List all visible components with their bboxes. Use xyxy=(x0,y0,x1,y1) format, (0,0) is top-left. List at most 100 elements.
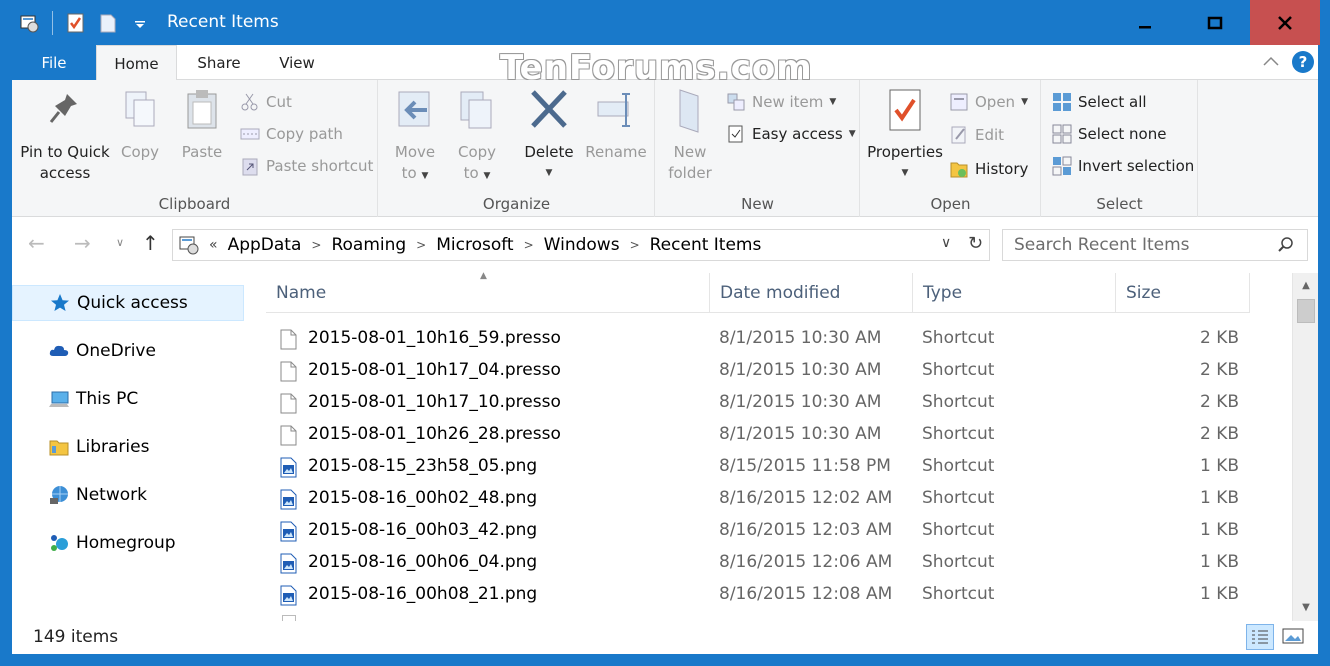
refresh-icon[interactable]: ↻ xyxy=(968,233,983,254)
rename-button[interactable]: Rename xyxy=(584,86,648,163)
breadcrumb-item[interactable]: Recent Items xyxy=(650,235,762,255)
table-row[interactable]: 2015-08-01_10h17_10.presso 8/1/2015 10:30… xyxy=(248,387,1248,419)
easy-access-icon xyxy=(726,124,746,144)
move-to-button[interactable]: Move to ▼ xyxy=(387,86,443,187)
up-arrow-icon[interactable]: ↑ xyxy=(142,231,159,255)
scroll-up-icon[interactable]: ▲ xyxy=(1293,273,1319,297)
edit-button[interactable]: Edit xyxy=(949,124,1004,146)
file-date-modified: 8/1/2015 10:30 AM xyxy=(719,392,882,412)
breadcrumb-overflow[interactable]: « xyxy=(209,237,218,253)
help-button[interactable]: ? xyxy=(1292,51,1314,73)
table-row[interactable]: 2015-08-16_00h08_21.png 8/16/2015 12:08 A… xyxy=(248,579,1248,611)
table-row[interactable]: 2015-08-16_00h02_48.png 8/16/2015 12:02 A… xyxy=(248,483,1248,515)
breadcrumb-item[interactable]: Microsoft xyxy=(436,235,513,255)
paste-button[interactable]: Paste xyxy=(174,86,230,163)
chevron-right-icon[interactable]: > xyxy=(311,238,321,252)
image-file-icon xyxy=(280,553,297,574)
chevron-right-icon[interactable]: > xyxy=(630,238,640,252)
nav-item-quick-access[interactable]: Quick access xyxy=(12,285,244,321)
history-button[interactable]: History xyxy=(949,158,1028,180)
tab-home[interactable]: Home xyxy=(96,45,177,81)
image-file-icon xyxy=(280,489,297,510)
image-file-icon xyxy=(280,521,297,542)
history-label: History xyxy=(975,160,1029,178)
location-icon xyxy=(179,235,199,255)
copy-button[interactable]: Copy xyxy=(112,86,168,163)
new-folder-button[interactable]: New folder xyxy=(660,86,720,184)
nav-item-homegroup[interactable]: Homegroup xyxy=(12,525,244,561)
file-size: 1 KB xyxy=(1199,520,1239,540)
select-none-button[interactable]: Select none xyxy=(1052,123,1166,145)
new-item-button[interactable]: New item ▼ xyxy=(726,91,836,113)
open-button[interactable]: Open ▼ xyxy=(949,91,1028,113)
table-row[interactable]: 2015-08-01_10h26_28.presso 8/1/2015 10:30… xyxy=(248,419,1248,451)
copy-to-button[interactable]: Copy to ▼ xyxy=(449,86,505,187)
file-type: Shortcut xyxy=(922,360,995,380)
breadcrumb-item[interactable]: Roaming xyxy=(331,235,406,255)
table-row[interactable]: 2015-08-16_00h03_42.png 8/16/2015 12:03 A… xyxy=(248,515,1248,547)
cut-button[interactable]: Cut xyxy=(240,91,292,113)
delete-button[interactable]: Delete ▼ xyxy=(519,86,579,184)
image-file-icon xyxy=(280,585,297,606)
table-row[interactable]: 2015-08-16_00h06_04.png 8/16/2015 12:06 A… xyxy=(248,547,1248,579)
details-view-button[interactable] xyxy=(1246,624,1274,650)
cut-label: Cut xyxy=(266,93,292,111)
chevron-right-icon[interactable]: > xyxy=(524,238,534,252)
vertical-scrollbar[interactable]: ▲ ▼ xyxy=(1292,273,1318,621)
new-folder-icon[interactable] xyxy=(97,12,119,34)
forward-arrow-icon[interactable]: → xyxy=(74,231,91,255)
large-icons-view-button[interactable] xyxy=(1280,624,1308,650)
history-icon xyxy=(949,159,969,179)
select-all-icon xyxy=(1052,92,1072,112)
nav-item-this-pc[interactable]: This PC xyxy=(12,381,244,417)
minimize-button[interactable] xyxy=(1110,0,1180,45)
scroll-down-icon[interactable]: ▼ xyxy=(1293,595,1319,619)
tab-file[interactable]: File xyxy=(12,45,96,80)
back-arrow-icon[interactable]: ← xyxy=(28,231,45,255)
copy-path-button[interactable]: Copy path xyxy=(240,123,343,145)
column-header-date[interactable]: Date modified xyxy=(710,273,913,313)
select-all-button[interactable]: Select all xyxy=(1052,91,1147,113)
breadcrumb-item[interactable]: Windows xyxy=(544,235,620,255)
tab-view[interactable]: View xyxy=(262,45,332,80)
properties-icon[interactable] xyxy=(18,12,40,34)
breadcrumb-item[interactable]: AppData xyxy=(228,235,302,255)
nav-item-onedrive[interactable]: OneDrive xyxy=(12,333,244,369)
paste-shortcut-button[interactable]: Paste shortcut xyxy=(240,155,373,177)
search-box[interactable]: Search Recent Items xyxy=(1002,229,1308,261)
open-group: Properties ▼ Open ▼ Edit History Open xyxy=(861,80,1041,217)
address-dropdown-chevron-icon[interactable]: ∨ xyxy=(941,235,951,251)
select-none-icon xyxy=(1052,124,1072,144)
properties-check-icon[interactable] xyxy=(65,12,87,34)
chevron-right-icon[interactable]: > xyxy=(416,238,426,252)
open-label: Open xyxy=(975,93,1016,111)
nav-item-libraries[interactable]: Libraries xyxy=(12,429,244,465)
properties-check-icon xyxy=(885,86,925,138)
table-row[interactable]: 2015-08-01_10h16_59.presso 8/1/2015 10:30… xyxy=(248,323,1248,355)
properties-button[interactable]: Properties ▼ xyxy=(865,86,945,184)
search-input[interactable]: Search Recent Items xyxy=(1014,235,1190,255)
libraries-icon xyxy=(48,436,70,458)
chevron-up-icon[interactable] xyxy=(1260,51,1282,73)
column-header-type[interactable]: Type xyxy=(913,273,1116,313)
invert-selection-label: Invert selection xyxy=(1078,157,1195,175)
column-header-size[interactable]: Size xyxy=(1116,273,1250,313)
organize-group-label: Organize xyxy=(482,195,551,213)
maximize-button[interactable] xyxy=(1180,0,1250,45)
easy-access-button[interactable]: Easy access ▼ xyxy=(726,123,856,145)
nav-item-label: Homegroup xyxy=(76,533,176,553)
table-row[interactable]: 2015-08-01_10h17_04.presso 8/1/2015 10:30… xyxy=(248,355,1248,387)
customize-toolbar-icon[interactable] xyxy=(129,12,151,34)
pin-to-quick-access-button[interactable]: Pin to Quick access xyxy=(18,86,112,184)
nav-item-network[interactable]: Network xyxy=(12,477,244,513)
recent-locations-chevron-icon[interactable]: ∨ xyxy=(116,236,124,249)
table-row[interactable]: 2015-08-15_23h58_05.png 8/15/2015 11:58 P… xyxy=(248,451,1248,483)
address-bar[interactable]: « AppData > Roaming > Microsoft > Window… xyxy=(172,229,990,261)
column-header-name[interactable]: Name xyxy=(266,273,710,313)
invert-selection-button[interactable]: Invert selection xyxy=(1052,155,1194,177)
search-icon[interactable] xyxy=(1277,236,1295,254)
scroll-thumb[interactable] xyxy=(1297,299,1315,323)
tab-share[interactable]: Share xyxy=(184,45,254,80)
easy-access-label: Easy access xyxy=(752,125,843,143)
close-button[interactable] xyxy=(1250,0,1320,45)
